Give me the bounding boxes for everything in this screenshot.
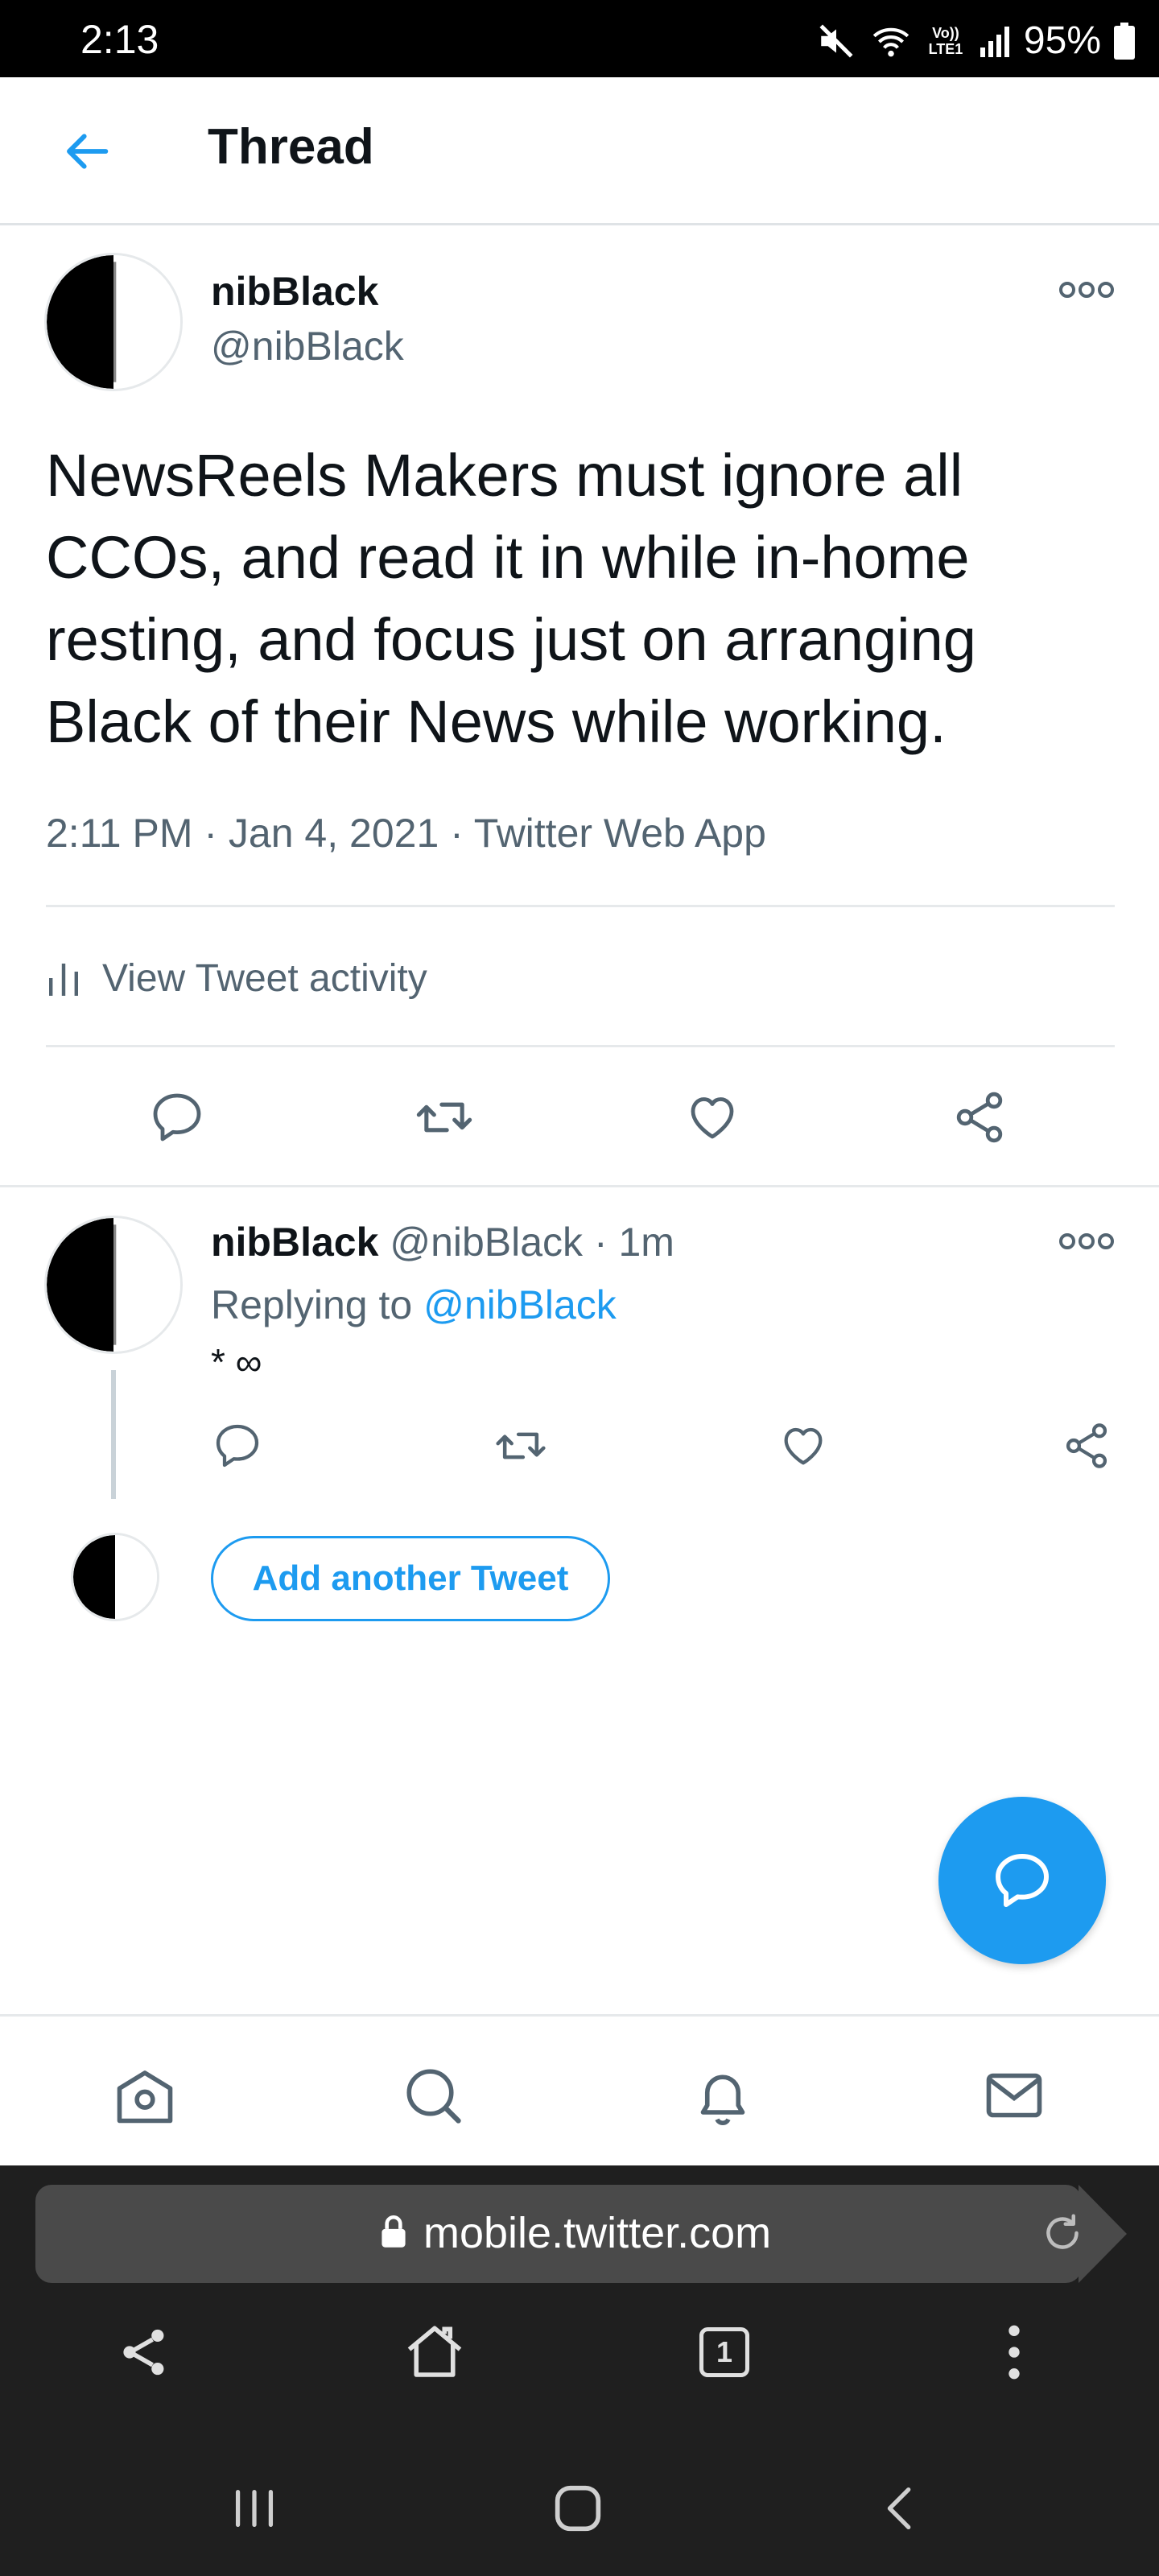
mute-icon: [819, 24, 853, 58]
system-home-button[interactable]: [538, 2468, 618, 2549]
home-icon: [407, 2326, 462, 2377]
share-icon: [956, 1092, 1003, 1143]
like-button[interactable]: [680, 1085, 744, 1150]
divider: [46, 1045, 1115, 1047]
bell-icon: [700, 2074, 745, 2126]
like-button[interactable]: [771, 1414, 835, 1478]
thread-connector-line: [111, 1370, 116, 1499]
retweet-icon: [496, 1432, 546, 1459]
url-bar-tip: [1079, 2185, 1127, 2283]
thread-header: Thread: [0, 77, 1159, 225]
browser-tabs-button[interactable]: 1: [684, 2312, 765, 2392]
retweet-button[interactable]: [412, 1085, 476, 1150]
compose-icon: [996, 1854, 1049, 1907]
share-icon: [1066, 1423, 1107, 1468]
browser-toolbar: mobile.twitter.com 1: [0, 2165, 1159, 2423]
reply-header: nibBlack @nibBlack · 1m: [211, 1214, 674, 1270]
battery-icon: [1114, 23, 1135, 60]
tab-count: 1: [716, 2335, 733, 2368]
signal-icon: [980, 27, 1009, 57]
avatar-image: [73, 1535, 157, 1619]
browser-menu-button[interactable]: [974, 2312, 1054, 2392]
arrow-left-icon: [67, 134, 109, 169]
mail-icon: [986, 2073, 1042, 2118]
retweet-icon: [416, 1102, 472, 1133]
search-icon: [406, 2069, 461, 2124]
tweet-meta: 2:11 PM · Jan 4, 2021 · Twitter Web App: [46, 811, 766, 856]
back-button[interactable]: [56, 119, 121, 184]
system-navigation-bar: [0, 2423, 1159, 2576]
page-title: Thread: [208, 119, 374, 175]
tweet-text: NewsReels Makers must ignore all CCOs, a…: [46, 442, 976, 755]
more-dots-icon: [1059, 1233, 1114, 1249]
avatar-image: [47, 255, 180, 389]
status-bar: 2:13 Vo)) LTE1 95%: [0, 0, 1159, 77]
avatar[interactable]: [44, 1216, 183, 1354]
compose-fab-button[interactable]: [938, 1797, 1106, 1964]
wifi-icon: [872, 27, 909, 57]
reply-handle-time: @nibBlack · 1m: [390, 1220, 674, 1265]
status-time: 2:13: [80, 17, 159, 62]
reply-icon: [216, 1424, 259, 1468]
lock-icon: [382, 2215, 406, 2248]
avatar-image: [47, 1218, 180, 1352]
nav-messages-button[interactable]: [974, 2055, 1054, 2136]
network-type-label: Vo)) LTE1: [928, 25, 963, 57]
more-dots-icon: [1059, 282, 1114, 298]
url-bar[interactable]: mobile.twitter.com: [35, 2185, 1082, 2283]
browser-home-button[interactable]: [394, 2312, 475, 2392]
more-options-button[interactable]: [1054, 274, 1119, 306]
avatar[interactable]: [44, 253, 183, 391]
system-back-button[interactable]: [861, 2468, 942, 2549]
author-handle[interactable]: @nibBlack: [211, 322, 404, 370]
heart-icon: [691, 1097, 734, 1139]
recent-apps-icon: [235, 2489, 274, 2528]
activity-bars-icon: [49, 964, 78, 996]
activity-label: View Tweet activity: [102, 956, 427, 1000]
reply-more-options-button[interactable]: [1054, 1225, 1119, 1257]
nav-home-button[interactable]: [105, 2055, 185, 2136]
nav-notifications-button[interactable]: [683, 2055, 763, 2136]
nav-search-button[interactable]: [393, 2055, 473, 2136]
vertical-dots-icon: [1008, 2325, 1020, 2380]
browser-share-button[interactable]: [105, 2312, 185, 2392]
bottom-navigation: [0, 2014, 1159, 2165]
status-icons: Vo)) LTE1 95%: [816, 21, 1135, 61]
replying-to: Replying to @nibBlack: [211, 1277, 617, 1333]
battery-percentage: 95%: [1023, 19, 1101, 62]
reply-icon: [153, 1093, 201, 1141]
reply-author-name[interactable]: nibBlack: [211, 1220, 378, 1265]
author-name[interactable]: nibBlack: [211, 267, 378, 316]
reply-button[interactable]: [145, 1085, 209, 1150]
divider: [46, 905, 1115, 907]
share-button[interactable]: [1054, 1414, 1119, 1478]
reply-button[interactable]: [205, 1414, 270, 1478]
replying-to-handle-link[interactable]: @nibBlack: [423, 1282, 617, 1327]
replying-to-label: Replying to: [211, 1282, 413, 1327]
recent-apps-button[interactable]: [214, 2468, 295, 2549]
divider: [0, 1185, 1159, 1187]
chevron-left-icon: [887, 2487, 911, 2529]
add-another-tweet-button[interactable]: Add another Tweet: [211, 1536, 610, 1621]
reply-text: * ∞: [211, 1341, 262, 1383]
retweet-button[interactable]: [489, 1414, 553, 1478]
share-icon: [123, 2329, 164, 2376]
heart-icon: [784, 1427, 823, 1465]
home-icon: [117, 2070, 173, 2124]
view-tweet-activity-link[interactable]: View Tweet activity: [46, 950, 427, 1006]
url-text: mobile.twitter.com: [423, 2209, 772, 2257]
system-home-icon: [555, 2485, 601, 2532]
compose-avatar: [71, 1533, 159, 1621]
share-button[interactable]: [947, 1085, 1012, 1150]
